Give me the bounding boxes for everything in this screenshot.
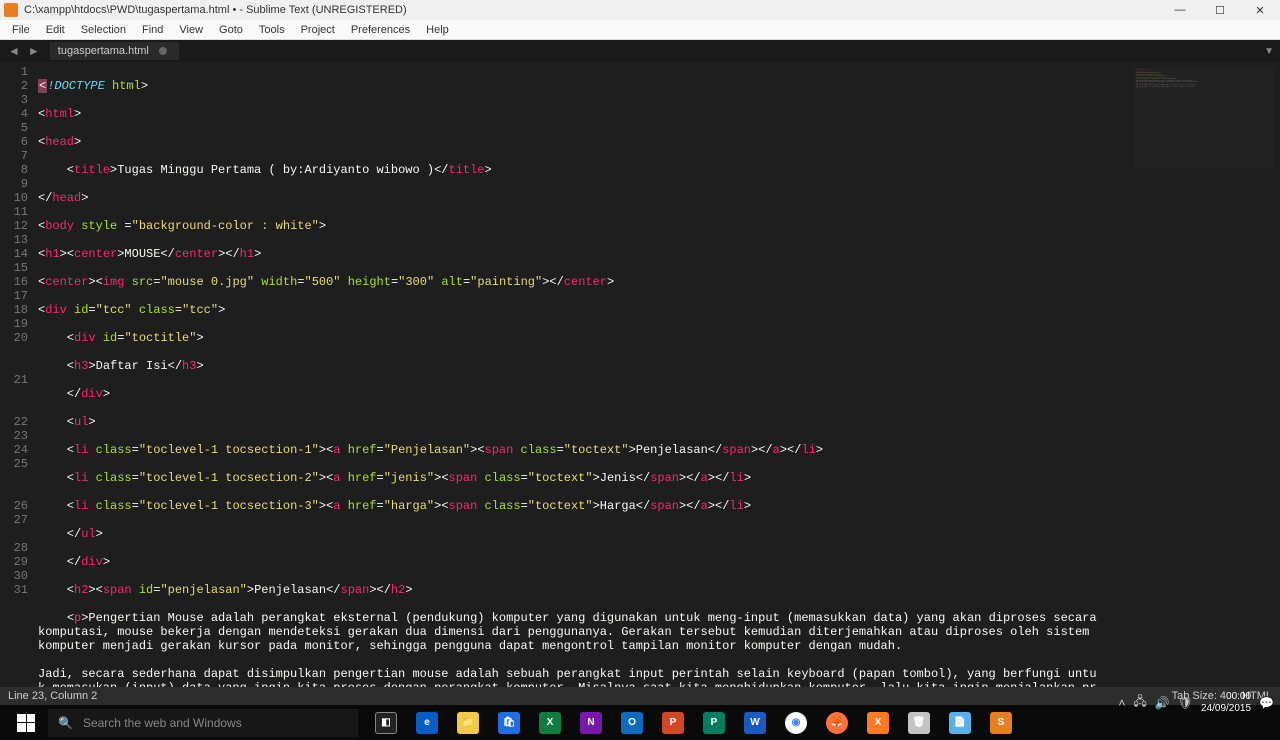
tray-lang-icon[interactable]: 🛡: [1178, 696, 1193, 710]
tab-dropdown-button[interactable]: ▼: [1264, 46, 1274, 57]
tray-network-icon[interactable]: 🖧: [1133, 692, 1146, 713]
outlook-icon[interactable]: O: [612, 705, 652, 740]
word-icon[interactable]: W: [735, 705, 775, 740]
line-number-gutter[interactable]: 12345 678910 1112131415 16171819 20 21 2…: [0, 62, 38, 687]
excel-icon[interactable]: X: [530, 705, 570, 740]
onenote-icon[interactable]: N: [571, 705, 611, 740]
taskbar-search-box[interactable]: 🔍 Search the web and Windows: [48, 709, 358, 737]
window-minimize-button[interactable]: —: [1160, 0, 1200, 20]
chrome-icon[interactable]: ◉: [776, 705, 816, 740]
app-icon: [4, 3, 18, 17]
status-cursor-position[interactable]: Line 23, Column 2: [8, 690, 97, 702]
menu-file[interactable]: File: [4, 24, 38, 36]
firefox-icon[interactable]: 🦊: [817, 705, 857, 740]
xampp-icon[interactable]: X: [858, 705, 898, 740]
menu-goto[interactable]: Goto: [211, 24, 251, 36]
nav-forward-button[interactable]: ►: [24, 44, 44, 58]
menu-find[interactable]: Find: [134, 24, 171, 36]
file-explorer-icon[interactable]: 📁: [448, 705, 488, 740]
publisher-icon[interactable]: P: [694, 705, 734, 740]
menu-help[interactable]: Help: [418, 24, 457, 36]
file-tab-tugaspertama[interactable]: tugaspertama.html: [50, 42, 179, 60]
sublime-icon[interactable]: S: [981, 705, 1021, 740]
tab-bar: ◄ ► tugaspertama.html ▼: [0, 40, 1280, 62]
menu-tools[interactable]: Tools: [251, 24, 293, 36]
menu-view[interactable]: View: [171, 24, 211, 36]
taskview-icon[interactable]: ◧: [366, 705, 406, 740]
code-content[interactable]: <!DOCTYPE html> <html> <head> <title>Tug…: [38, 62, 1280, 687]
window-titlebar: C:\xampp\htdocs\PWD\tugaspertama.html • …: [0, 0, 1280, 20]
nav-back-button[interactable]: ◄: [4, 44, 24, 58]
menu-project[interactable]: Project: [293, 24, 343, 36]
store-icon[interactable]: 🛍: [489, 705, 529, 740]
menu-selection[interactable]: Selection: [73, 24, 134, 36]
recycle-bin-icon[interactable]: 🗑: [899, 705, 939, 740]
minimap[interactable]: <!DOCTYPE html> <html><head> <title>Tuga…: [1134, 68, 1274, 168]
start-button[interactable]: [4, 705, 48, 740]
search-icon: 🔍: [58, 716, 73, 730]
tab-label: tugaspertama.html: [58, 45, 149, 57]
editor-area[interactable]: 12345 678910 1112131415 16171819 20 21 2…: [0, 62, 1280, 687]
notepad-icon[interactable]: 📄: [940, 705, 980, 740]
tray-volume-icon[interactable]: 🔊: [1155, 696, 1170, 710]
windows-taskbar: 🔍 Search the web and Windows ◧ e 📁 🛍 X N…: [0, 705, 1280, 740]
windows-logo-icon: [17, 714, 35, 732]
tab-dirty-dot-icon: [159, 47, 167, 55]
powerpoint-icon[interactable]: P: [653, 705, 693, 740]
window-maximize-button[interactable]: ☐: [1200, 0, 1240, 20]
menu-bar: File Edit Selection Find View Goto Tools…: [0, 20, 1280, 40]
tray-chevron-up-icon[interactable]: ˄: [1118, 696, 1125, 710]
tray-notifications-icon[interactable]: 💬: [1259, 696, 1274, 710]
search-placeholder: Search the web and Windows: [83, 716, 242, 730]
tray-clock[interactable]: 00:00 24/09/2015: [1201, 691, 1251, 715]
menu-preferences[interactable]: Preferences: [343, 24, 418, 36]
menu-edit[interactable]: Edit: [38, 24, 73, 36]
window-title: C:\xampp\htdocs\PWD\tugaspertama.html • …: [24, 4, 407, 16]
status-bar: Line 23, Column 2 Tab Size: 4 HTML: [0, 687, 1280, 705]
window-close-button[interactable]: ✕: [1240, 0, 1280, 20]
system-tray[interactable]: ˄ 🖧 🔊 🛡 00:00 24/09/2015 💬: [1118, 685, 1274, 720]
edge-icon[interactable]: e: [407, 705, 447, 740]
